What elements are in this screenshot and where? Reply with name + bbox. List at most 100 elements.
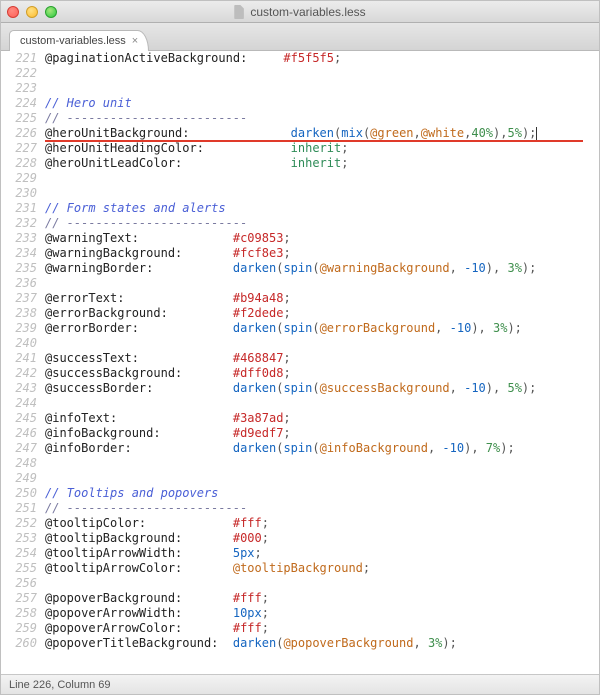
code-line[interactable]: 236 [1, 276, 599, 291]
code-line[interactable]: 221@paginationActiveBackground: #f5f5f5; [1, 51, 599, 66]
code-body[interactable]: 221@paginationActiveBackground: #f5f5f5;… [1, 51, 599, 659]
line-content[interactable]: @warningBorder: darken(spin(@warningBack… [45, 261, 599, 276]
code-line[interactable]: 224// Hero unit [1, 96, 599, 111]
code-line[interactable]: 226@heroUnitBackground: darken(mix(@gree… [1, 126, 599, 141]
code-line[interactable]: 232// ------------------------- [1, 216, 599, 231]
zoom-icon[interactable] [45, 6, 57, 18]
code-line[interactable]: 258@popoverArrowWidth: 10px; [1, 606, 599, 621]
line-content[interactable]: @tooltipBackground: #000; [45, 531, 599, 546]
line-content[interactable]: @tooltipArrowWidth: 5px; [45, 546, 599, 561]
line-number: 235 [1, 261, 45, 276]
line-content[interactable]: @successBackground: #dff0d8; [45, 366, 599, 381]
code-line[interactable]: 227@heroUnitHeadingColor: inherit; [1, 141, 599, 156]
code-line[interactable]: 253@tooltipBackground: #000; [1, 531, 599, 546]
line-number: 237 [1, 291, 45, 306]
code-line[interactable]: 228@heroUnitLeadColor: inherit; [1, 156, 599, 171]
code-line[interactable]: 256 [1, 576, 599, 591]
line-content[interactable]: @tooltipColor: #fff; [45, 516, 599, 531]
line-content[interactable]: @errorBorder: darken(spin(@errorBackgrou… [45, 321, 599, 336]
line-content[interactable]: // ------------------------- [45, 111, 599, 126]
line-number: 238 [1, 306, 45, 321]
line-content[interactable]: @errorBackground: #f2dede; [45, 306, 599, 321]
line-content[interactable] [45, 471, 599, 486]
code-line[interactable]: 223 [1, 81, 599, 96]
line-content[interactable] [45, 66, 599, 81]
line-content[interactable]: @popoverArrowWidth: 10px; [45, 606, 599, 621]
minimize-icon[interactable] [26, 6, 38, 18]
code-line[interactable]: 243@successBorder: darken(spin(@successB… [1, 381, 599, 396]
line-content[interactable] [45, 396, 599, 411]
line-content[interactable]: @popoverBackground: #fff; [45, 591, 599, 606]
line-content[interactable]: @warningBackground: #fcf8e3; [45, 246, 599, 261]
code-line[interactable]: 255@tooltipArrowColor: @tooltipBackgroun… [1, 561, 599, 576]
code-line[interactable]: 247@infoBorder: darken(spin(@infoBackgro… [1, 441, 599, 456]
code-line[interactable]: 235@warningBorder: darken(spin(@warningB… [1, 261, 599, 276]
code-line[interactable]: 260@popoverTitleBackground: darken(@popo… [1, 636, 599, 651]
line-content[interactable] [45, 276, 599, 291]
line-content[interactable]: @infoBackground: #d9edf7; [45, 426, 599, 441]
line-content[interactable]: @errorText: #b94a48; [45, 291, 599, 306]
line-content[interactable]: // Hero unit [45, 96, 599, 111]
code-line[interactable]: 249 [1, 471, 599, 486]
code-line[interactable]: 225// ------------------------- [1, 111, 599, 126]
line-number: 245 [1, 411, 45, 426]
code-line[interactable]: 238@errorBackground: #f2dede; [1, 306, 599, 321]
editor-area[interactable]: 221@paginationActiveBackground: #f5f5f5;… [1, 51, 599, 674]
line-content[interactable] [45, 186, 599, 201]
line-content[interactable]: @heroUnitLeadColor: inherit; [45, 156, 599, 171]
line-number: 250 [1, 486, 45, 501]
code-line[interactable]: 222 [1, 66, 599, 81]
code-line[interactable]: 230 [1, 186, 599, 201]
code-line[interactable]: 237@errorText: #b94a48; [1, 291, 599, 306]
code-line[interactable]: 251// ------------------------- [1, 501, 599, 516]
line-number: 227 [1, 141, 45, 156]
line-content[interactable]: @paginationActiveBackground: #f5f5f5; [45, 51, 599, 66]
code-line[interactable]: 234@warningBackground: #fcf8e3; [1, 246, 599, 261]
titlebar[interactable]: custom-variables.less [1, 1, 599, 23]
code-line[interactable]: 248 [1, 456, 599, 471]
code-line[interactable]: 244 [1, 396, 599, 411]
close-icon[interactable]: × [132, 36, 138, 47]
line-number: 229 [1, 171, 45, 186]
line-content[interactable]: @heroUnitHeadingColor: inherit; [45, 141, 599, 156]
line-content[interactable]: @successText: #468847; [45, 351, 599, 366]
close-icon[interactable] [7, 6, 19, 18]
line-content[interactable]: @infoBorder: darken(spin(@infoBackground… [45, 441, 599, 456]
line-number: 260 [1, 636, 45, 651]
code-line[interactable]: 241@successText: #468847; [1, 351, 599, 366]
code-line[interactable]: 246@infoBackground: #d9edf7; [1, 426, 599, 441]
code-line[interactable]: 257@popoverBackground: #fff; [1, 591, 599, 606]
code-line[interactable]: 259@popoverArrowColor: #fff; [1, 621, 599, 636]
tab-custom-variables[interactable]: custom-variables.less × [9, 30, 149, 51]
line-number: 231 [1, 201, 45, 216]
line-content[interactable] [45, 456, 599, 471]
line-content[interactable]: // ------------------------- [45, 216, 599, 231]
line-content[interactable]: // ------------------------- [45, 501, 599, 516]
code-line[interactable]: 233@warningText: #c09853; [1, 231, 599, 246]
code-line[interactable]: 231// Form states and alerts [1, 201, 599, 216]
code-line[interactable]: 250// Tooltips and popovers [1, 486, 599, 501]
line-content[interactable]: @infoText: #3a87ad; [45, 411, 599, 426]
line-content[interactable] [45, 336, 599, 351]
line-content[interactable]: @warningText: #c09853; [45, 231, 599, 246]
code-line[interactable]: 252@tooltipColor: #fff; [1, 516, 599, 531]
line-content[interactable] [45, 81, 599, 96]
line-content[interactable]: @popoverArrowColor: #fff; [45, 621, 599, 636]
line-content[interactable]: // Tooltips and popovers [45, 486, 599, 501]
line-content[interactable]: @popoverTitleBackground: darken(@popover… [45, 636, 599, 651]
line-content[interactable] [45, 576, 599, 591]
line-content[interactable]: @heroUnitBackground: darken(mix(@green,@… [45, 126, 599, 141]
line-content[interactable]: @tooltipArrowColor: @tooltipBackground; [45, 561, 599, 576]
line-number: 221 [1, 51, 45, 66]
line-number: 222 [1, 66, 45, 81]
line-content[interactable]: // Form states and alerts [45, 201, 599, 216]
code-line[interactable]: 239@errorBorder: darken(spin(@errorBackg… [1, 321, 599, 336]
code-line[interactable]: 242@successBackground: #dff0d8; [1, 366, 599, 381]
line-content[interactable] [45, 171, 599, 186]
code-line[interactable]: 229 [1, 171, 599, 186]
line-content[interactable]: @successBorder: darken(spin(@successBack… [45, 381, 599, 396]
code-line[interactable]: 245@infoText: #3a87ad; [1, 411, 599, 426]
line-number: 248 [1, 456, 45, 471]
code-line[interactable]: 254@tooltipArrowWidth: 5px; [1, 546, 599, 561]
code-line[interactable]: 240 [1, 336, 599, 351]
